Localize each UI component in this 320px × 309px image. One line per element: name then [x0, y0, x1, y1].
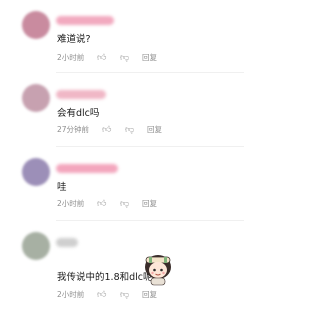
comment-text: 哇 [57, 182, 67, 193]
timestamp: 2小时前 [57, 199, 85, 208]
username[interactable] [56, 164, 118, 173]
username[interactable] [56, 238, 78, 247]
avatar[interactable] [22, 84, 50, 112]
timestamp: 2小时前 [57, 290, 85, 299]
comment-text: 会有dlc吗 [57, 108, 100, 119]
username[interactable] [56, 16, 114, 25]
avatar[interactable] [22, 232, 50, 260]
divider [56, 72, 244, 73]
thumb-down-icon[interactable]: 👎︎ [120, 52, 129, 64]
timestamp: 2小时前 [57, 53, 85, 62]
thumb-up-icon[interactable]: 👍︎ [102, 124, 111, 136]
comment-text: 我传说中的1.8和dlc呢 [57, 272, 153, 283]
timestamp: 27分钟前 [57, 125, 90, 134]
divider [56, 146, 244, 147]
chibi-girl-sticker [145, 255, 171, 286]
thumb-down-icon[interactable]: 👎︎ [125, 124, 134, 136]
reply-button[interactable]: 回复 [147, 124, 162, 136]
thumb-down-icon[interactable]: 👎︎ [120, 198, 129, 210]
reply-button[interactable]: 回复 [142, 52, 157, 64]
thumb-down-icon[interactable]: 👎︎ [120, 289, 129, 301]
avatar[interactable] [22, 158, 50, 186]
username[interactable] [56, 90, 106, 99]
comment-text: 难道说? [57, 34, 91, 45]
thumb-up-icon[interactable]: 👍︎ [97, 198, 106, 210]
thumb-up-icon[interactable]: 👍︎ [97, 52, 106, 64]
thumb-up-icon[interactable]: 👍︎ [97, 289, 106, 301]
reply-button[interactable]: 回复 [142, 198, 157, 210]
divider [56, 220, 244, 221]
avatar[interactable] [22, 11, 50, 39]
reply-button[interactable]: 回复 [142, 289, 157, 301]
